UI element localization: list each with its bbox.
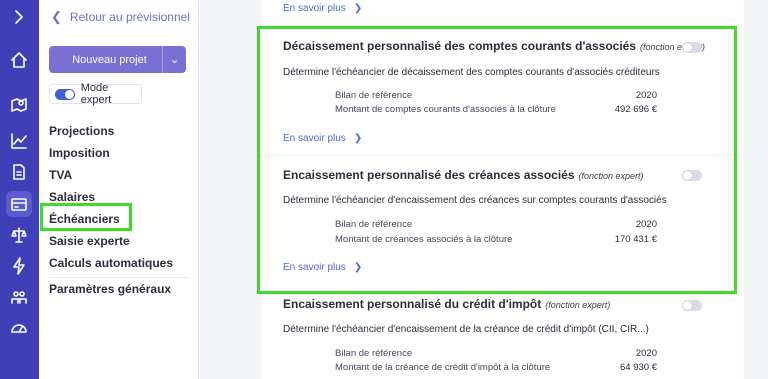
back-label: Retour au prévisionnel (69, 10, 190, 24)
gauge-icon[interactable] (6, 315, 32, 341)
highlight-frame (257, 26, 737, 294)
section-toggle[interactable] (682, 300, 702, 311)
sidebar-item-imposition[interactable]: Imposition (49, 142, 189, 164)
bolt-icon[interactable] (6, 253, 32, 279)
chevron-down-icon[interactable]: ⌄ (162, 46, 186, 73)
top-learn-more-link[interactable]: En savoir plus ❯ (283, 3, 362, 14)
chevron-left-icon: ❮ (51, 9, 62, 24)
section-title: Encaissement personnalisé du crédit d'im… (283, 297, 610, 311)
new-project-button[interactable]: Nouveau projet ⌄ (49, 46, 186, 73)
new-project-label: Nouveau projet (72, 53, 147, 66)
icon-rail (0, 0, 39, 379)
home-icon[interactable] (6, 47, 32, 73)
scale-icon[interactable] (6, 222, 32, 248)
chevron-right-icon: ❯ (353, 3, 363, 14)
sidebar-item-saisie-experte[interactable]: Saisie experte (49, 230, 189, 252)
group-icon[interactable] (6, 284, 32, 310)
ref-value: 2020 (635, 348, 657, 359)
expert-mode-label: Mode expert (80, 82, 112, 106)
section-title-text: Encaissement personnalisé du crédit d'im… (283, 297, 542, 311)
section-subtitle: (fonction expert) (545, 300, 611, 310)
amount-label: Montant de la créance de crédit d'impôt … (335, 362, 551, 373)
toggle-switch[interactable] (55, 88, 75, 100)
sidebar-menu: Projections Imposition TVA Salaires Éché… (49, 120, 189, 274)
document-icon[interactable] (6, 159, 32, 185)
sidebar-item-projections[interactable]: Projections (49, 120, 189, 142)
wallet-icon[interactable] (6, 191, 32, 217)
back-link[interactable]: ❮ Retour au prévisionnel (51, 9, 190, 25)
map-pin-icon[interactable] (6, 91, 32, 117)
sidebar: ❮ Retour au prévisionnel Nouveau projet … (39, 0, 199, 379)
amount-value: 64 930 € (620, 362, 657, 373)
highlight-box-echeanciers (40, 203, 132, 231)
sidebar-item-tva[interactable]: TVA (49, 164, 189, 186)
sidebar-item-parametres-generaux[interactable]: Paramètres généraux (49, 282, 171, 296)
expert-mode-toggle[interactable]: Mode expert (49, 82, 142, 106)
chart-line-icon[interactable] (6, 128, 32, 154)
ref-label: Bilan de référence (335, 348, 413, 359)
chevron-right-icon[interactable] (6, 4, 32, 30)
section-description: Détermine l'échéancier d'encaissement de… (283, 324, 649, 335)
learn-more-label: En savoir plus (283, 3, 346, 14)
divider (49, 277, 189, 278)
sidebar-item-calculs-automatiques[interactable]: Calculs automatiques (49, 252, 189, 274)
